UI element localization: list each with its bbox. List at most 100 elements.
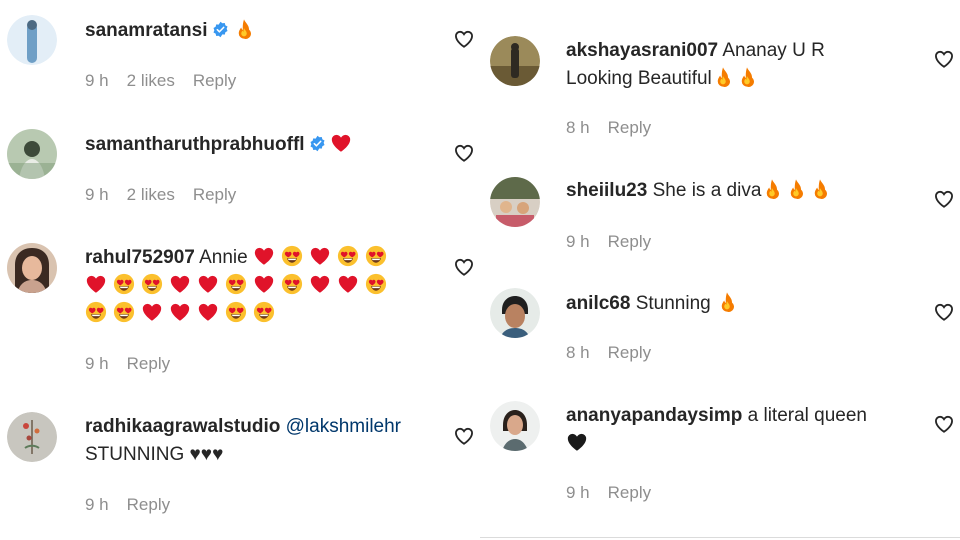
avatar[interactable] bbox=[490, 288, 540, 338]
comment-item: samantharuthprabhuoffl 9 h 2 likes Reply bbox=[0, 115, 480, 225]
comment-text: She is a diva bbox=[652, 180, 762, 201]
comment-item: akshayasrani007 Ananay U R Looking Beauti… bbox=[480, 0, 960, 150]
comment-body: ananyapandaysimp a literal queen bbox=[566, 402, 906, 458]
verified-badge-icon bbox=[212, 21, 229, 38]
reply-link[interactable]: Reply bbox=[127, 354, 170, 373]
red-heart-emoji-icon bbox=[337, 273, 359, 295]
comment-likes[interactable]: 2 likes bbox=[127, 185, 175, 204]
red-heart-emoji-icon bbox=[309, 245, 331, 267]
avatar[interactable] bbox=[7, 243, 57, 293]
heart-eyes-emoji-icon bbox=[85, 301, 107, 323]
comment-time: 8 h bbox=[566, 118, 590, 137]
comment-likes[interactable]: 2 likes bbox=[127, 71, 175, 90]
like-heart-outline-icon[interactable] bbox=[933, 413, 955, 435]
comment-item: sheiilu23 She is a diva 9 h Reply bbox=[480, 165, 960, 275]
reply-link[interactable]: Reply bbox=[193, 185, 236, 204]
comments-column-right: akshayasrani007 Ananay U R Looking Beauti… bbox=[480, 0, 960, 540]
fire-emoji-icon bbox=[233, 18, 255, 40]
like-heart-outline-icon[interactable] bbox=[933, 188, 955, 210]
fire-emoji-icon bbox=[809, 178, 831, 200]
heart-eyes-emoji-icon bbox=[365, 273, 387, 295]
red-heart-emoji-icon bbox=[197, 301, 219, 323]
heart-eyes-emoji-icon bbox=[113, 301, 135, 323]
avatar[interactable] bbox=[490, 401, 540, 451]
comment-username[interactable]: anilc68 bbox=[566, 293, 630, 314]
comment-time: 9 h bbox=[85, 185, 109, 204]
reply-link[interactable]: Reply bbox=[608, 232, 651, 251]
comment-time: 9 h bbox=[85, 71, 109, 90]
comment-time: 9 h bbox=[85, 495, 109, 514]
like-heart-outline-icon[interactable] bbox=[453, 142, 475, 164]
like-heart-outline-icon[interactable] bbox=[453, 425, 475, 447]
comment-username[interactable]: rahul752907 bbox=[85, 247, 195, 268]
comment-item: anilc68 Stunning 8 h Reply bbox=[480, 280, 960, 390]
verified-badge-icon bbox=[309, 135, 326, 152]
red-heart-emoji-icon bbox=[169, 301, 191, 323]
comment-item: radhikaagrawalstudio @lakshmilehr STUNNIN… bbox=[0, 400, 480, 530]
comment-body: anilc68 Stunning bbox=[566, 290, 906, 318]
heart-eyes-emoji-icon bbox=[225, 301, 247, 323]
comment-text: STUNNING ♥♥♥ bbox=[85, 444, 224, 465]
comment-text: Annie bbox=[199, 247, 248, 268]
heart-eyes-emoji-icon bbox=[113, 273, 135, 295]
comments-column-left: sanamratansi 9 h 2 likes Reply samantharut… bbox=[0, 0, 480, 540]
avatar[interactable] bbox=[490, 36, 540, 86]
comment-meta: 9 h Reply bbox=[85, 354, 188, 374]
avatar[interactable] bbox=[7, 15, 57, 65]
comment-text: Ananay U R bbox=[722, 40, 825, 61]
heart-eyes-emoji-icon bbox=[225, 273, 247, 295]
red-heart-emoji-icon bbox=[85, 273, 107, 295]
comment-body: rahul752907 Annie bbox=[85, 244, 425, 328]
red-heart-emoji-icon bbox=[197, 273, 219, 295]
reply-link[interactable]: Reply bbox=[127, 495, 170, 514]
red-heart-emoji-icon bbox=[309, 273, 331, 295]
mention-link[interactable]: @lakshmilehr bbox=[286, 416, 401, 437]
like-heart-outline-icon[interactable] bbox=[453, 28, 475, 50]
like-heart-outline-icon[interactable] bbox=[933, 48, 955, 70]
comment-meta: 8 h Reply bbox=[566, 343, 669, 363]
black-heart-emoji-icon bbox=[566, 431, 588, 453]
comment-username[interactable]: sanamratansi bbox=[85, 20, 208, 41]
comment-username[interactable]: sheiilu23 bbox=[566, 180, 647, 201]
heart-eyes-emoji-icon bbox=[281, 245, 303, 267]
avatar[interactable] bbox=[7, 412, 57, 462]
fire-emoji-icon bbox=[761, 178, 783, 200]
comment-item: sanamratansi 9 h 2 likes Reply bbox=[0, 0, 480, 110]
comment-username[interactable]: samantharuthprabhuoffl bbox=[85, 134, 305, 155]
comment-time: 9 h bbox=[85, 354, 109, 373]
reply-link[interactable]: Reply bbox=[193, 71, 236, 90]
comment-body: sanamratansi bbox=[85, 17, 261, 45]
comment-body: samantharuthprabhuoffl bbox=[85, 131, 358, 159]
like-heart-outline-icon[interactable] bbox=[453, 256, 475, 278]
like-heart-outline-icon[interactable] bbox=[933, 301, 955, 323]
heart-eyes-emoji-icon bbox=[253, 301, 275, 323]
comment-meta: 9 h Reply bbox=[566, 483, 669, 503]
red-heart-emoji-icon bbox=[141, 301, 163, 323]
reply-link[interactable]: Reply bbox=[608, 483, 651, 502]
comment-item: ananyapandaysimp a literal queen 9 h Repl… bbox=[480, 395, 960, 525]
avatar[interactable] bbox=[490, 177, 540, 227]
avatar[interactable] bbox=[7, 129, 57, 179]
comment-text: a literal queen bbox=[747, 405, 867, 426]
comment-meta: 9 h 2 likes Reply bbox=[85, 71, 254, 91]
fire-emoji-icon bbox=[712, 66, 734, 88]
comment-item: rahul752907 Annie 9 h Reply bbox=[0, 230, 480, 390]
comment-username[interactable]: radhikaagrawalstudio bbox=[85, 416, 280, 437]
comment-time: 9 h bbox=[566, 232, 590, 251]
comment-meta: 9 h Reply bbox=[566, 232, 669, 252]
fire-emoji-icon bbox=[785, 178, 807, 200]
comment-meta: 9 h Reply bbox=[85, 495, 188, 515]
heart-eyes-emoji-icon bbox=[337, 245, 359, 267]
comment-text: Stunning bbox=[635, 293, 711, 314]
comment-username[interactable]: akshayasrani007 bbox=[566, 40, 718, 61]
reply-link[interactable]: Reply bbox=[608, 343, 651, 362]
reply-link[interactable]: Reply bbox=[608, 118, 651, 137]
red-heart-emoji-icon bbox=[330, 132, 352, 154]
divider bbox=[480, 537, 960, 538]
heart-eyes-emoji-icon bbox=[141, 273, 163, 295]
comment-body: sheiilu23 She is a diva bbox=[566, 177, 906, 205]
comment-body: akshayasrani007 Ananay U R Looking Beauti… bbox=[566, 37, 896, 93]
heart-eyes-emoji-icon bbox=[365, 245, 387, 267]
comment-username[interactable]: ananyapandaysimp bbox=[566, 405, 742, 426]
comment-body: radhikaagrawalstudio @lakshmilehr STUNNIN… bbox=[85, 413, 445, 469]
